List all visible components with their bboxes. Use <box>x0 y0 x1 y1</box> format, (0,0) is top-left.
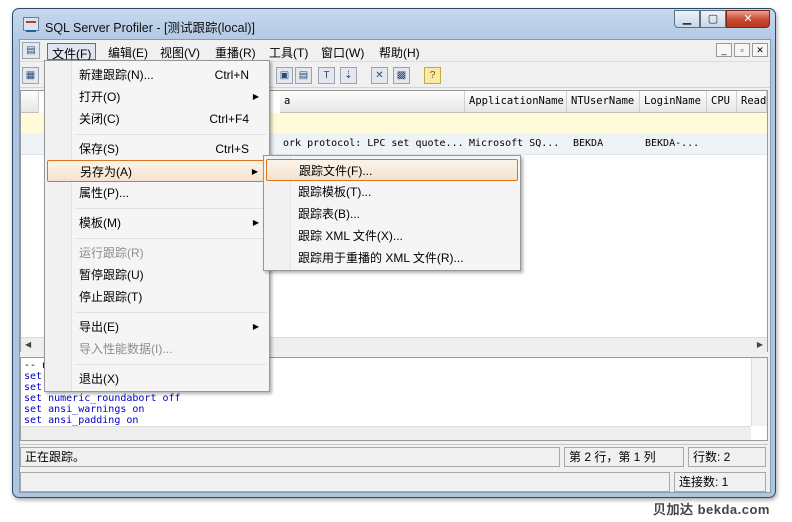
mdi-close-button[interactable]: ✕ <box>752 43 768 57</box>
menu-item-pause-trace[interactable]: 暂停跟踪(U) <box>47 264 267 286</box>
menu-item-trace-table[interactable]: 跟踪表(B)... <box>266 203 518 225</box>
window-title: SQL Server Profiler - [测试跟踪(local)] <box>45 21 255 35</box>
help-icon[interactable]: ? <box>424 67 441 84</box>
menu-bar: ▤ 文件(F) 编辑(E) 视图(V) 重播(R) 工具(T) 窗口(W) 帮助… <box>20 40 770 62</box>
status-bar-connections: 连接数: 1 <box>20 470 768 492</box>
submenu-arrow-icon: ▶ <box>252 322 259 331</box>
menu-file[interactable]: 文件(F) <box>47 43 97 61</box>
menu-item-run-trace: 运行跟踪(R) <box>79 246 144 260</box>
cell-applicationname: Microsoft SQ... <box>469 138 560 149</box>
maximize-button[interactable]: ▢ <box>700 10 726 28</box>
find-icon[interactable]: T <box>318 67 335 84</box>
pause-trace-icon[interactable]: ▣ <box>276 67 293 84</box>
mdi-restore-button[interactable]: ▫ <box>734 43 750 57</box>
cell-loginname: BEKDA-... <box>645 138 700 149</box>
text-line: set ansi_warnings on <box>24 404 145 415</box>
status-row-count: 行数: 2 <box>688 447 766 467</box>
menu-view[interactable]: 视图(V) <box>156 43 204 60</box>
menu-item-stop-trace[interactable]: 停止跟踪(T) <box>47 286 267 308</box>
status-bar: 正在跟踪。 第 2 行，第 1 列 行数: 2 <box>20 444 768 468</box>
menu-window[interactable]: 窗口(W) <box>317 43 368 60</box>
menu-item-trace-xml-replay[interactable]: 跟踪用于重播的 XML 文件(R)... <box>266 247 518 269</box>
text-line: set numeric_roundabort off <box>24 393 181 404</box>
menu-item-new-trace[interactable]: 新建跟踪(N)... Ctrl+N <box>47 64 267 86</box>
status-connections: 连接数: 1 <box>674 472 766 492</box>
menu-item-properties[interactable]: 属性(P)... <box>47 182 267 204</box>
perfmon-icon[interactable]: ▩ <box>393 67 410 84</box>
status-position: 第 2 行，第 1 列 <box>564 447 684 467</box>
menu-item-trace-xml[interactable]: 跟踪 XML 文件(X)... <box>266 225 518 247</box>
menu-replay[interactable]: 重播(R) <box>211 43 260 60</box>
watermark: 贝加达 bekda.com <box>652 502 770 517</box>
menu-item-save-as[interactable]: 另存为(A) ▶ <box>47 160 267 182</box>
column-header-reads[interactable]: Read <box>737 91 767 113</box>
scroll-right-icon[interactable]: ▶ <box>757 340 763 349</box>
auto-scroll-icon[interactable]: ⇣ <box>340 67 357 84</box>
title-bar[interactable]: SQL Server Profiler - [测试跟踪(local)] ▁ ▢ … <box>13 9 775 39</box>
column-header-ntusername[interactable]: NTUserName <box>567 91 640 113</box>
profiler-app-icon <box>23 17 39 32</box>
menu-item-import-perf-data: 导入性能数据(I)... <box>79 342 173 356</box>
column-header-loginname[interactable]: LoginName <box>640 91 707 113</box>
menu-item-save[interactable]: 保存(S) Ctrl+S <box>47 138 267 160</box>
text-vertical-scrollbar[interactable] <box>751 358 767 426</box>
tuning-advisor-icon[interactable]: ✕ <box>371 67 388 84</box>
submenu-arrow-icon: ▶ <box>251 167 258 176</box>
menu-tools[interactable]: 工具(T) <box>265 43 312 60</box>
new-trace-icon[interactable]: ▦ <box>22 67 39 84</box>
column-header-cpu[interactable]: CPU <box>707 91 737 113</box>
file-menu: 新建跟踪(N)... Ctrl+N 打开(O) ▶ 关闭(C) Ctrl+F4 保存(… <box>44 60 270 392</box>
text-line: set ansi_padding on <box>24 415 139 426</box>
column-header-applicationname[interactable]: ApplicationName <box>465 91 567 113</box>
stop-trace-icon[interactable]: ▤ <box>295 67 312 84</box>
mdi-minimize-button[interactable]: _ <box>716 43 732 57</box>
minimize-button[interactable]: ▁ <box>674 10 700 28</box>
menu-item-exit[interactable]: 退出(X) <box>47 368 267 390</box>
scroll-left-icon[interactable]: ◀ <box>25 340 31 349</box>
mdi-document-icon[interactable]: ▤ <box>22 42 40 59</box>
menu-item-trace-file[interactable]: 跟踪文件(F)... <box>266 159 518 181</box>
submenu-arrow-icon: ▶ <box>252 92 259 101</box>
column-header-textdata[interactable]: a <box>280 91 465 113</box>
submenu-arrow-icon: ▶ <box>252 218 259 227</box>
menu-item-close[interactable]: 关闭(C) Ctrl+F4 <box>47 108 267 130</box>
menu-item-templates[interactable]: 模板(M) ▶ <box>47 212 267 234</box>
close-button[interactable]: ✕ <box>726 10 770 28</box>
cell-ntusername: BEKDA <box>573 138 604 149</box>
menu-edit[interactable]: 编辑(E) <box>104 43 152 60</box>
grid-corner <box>21 91 39 113</box>
menu-item-open[interactable]: 打开(O) ▶ <box>47 86 267 108</box>
status-blank <box>20 472 670 492</box>
save-as-submenu: 跟踪文件(F)... 跟踪模板(T)... 跟踪表(B)... 跟踪 XML 文… <box>263 155 521 271</box>
menu-item-trace-template[interactable]: 跟踪模板(T)... <box>266 181 518 203</box>
status-text: 正在跟踪。 <box>20 447 560 467</box>
menu-help[interactable]: 帮助(H) <box>375 43 424 60</box>
cell-textdata: ork protocol: LPC set quote... <box>283 138 463 149</box>
text-horizontal-scrollbar[interactable] <box>21 426 751 440</box>
menu-item-export[interactable]: 导出(E) ▶ <box>47 316 267 338</box>
